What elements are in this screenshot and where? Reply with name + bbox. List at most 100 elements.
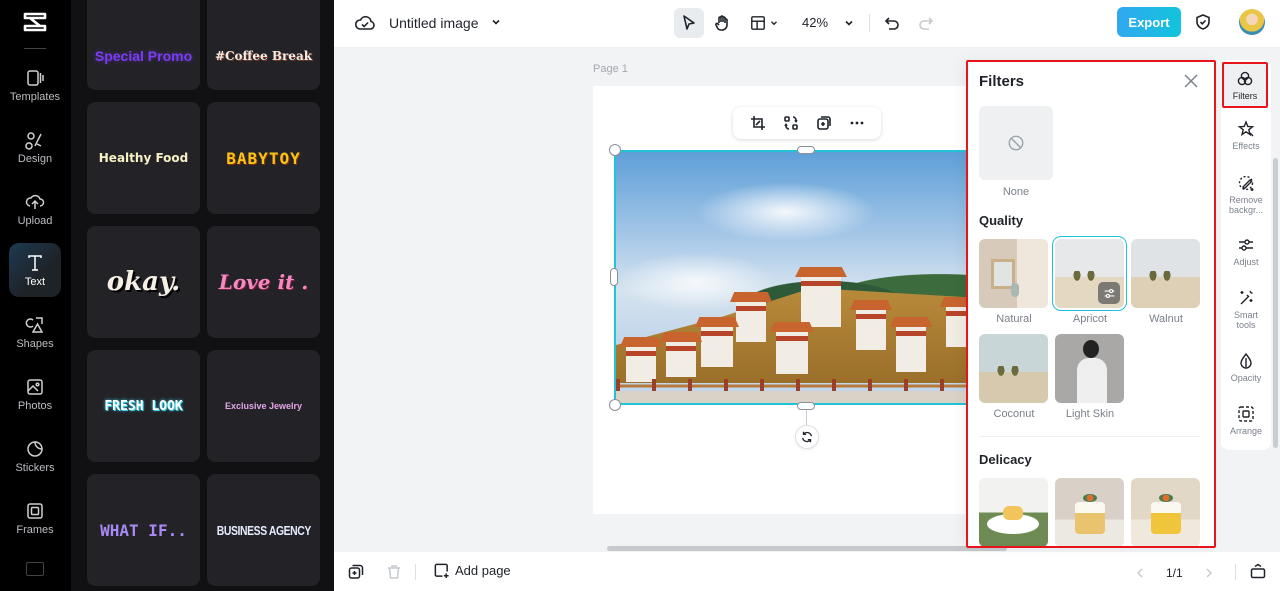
rail-item-photos[interactable]: Photos	[9, 367, 61, 421]
add-page-button[interactable]: Add page	[433, 562, 511, 579]
user-avatar[interactable]	[1239, 9, 1265, 35]
text-template-preview: #Coffee Break	[214, 49, 313, 63]
expand-pages-button[interactable]	[1250, 563, 1266, 579]
text-template-tile[interactable]: Healthy Food	[87, 102, 200, 214]
image-wall	[616, 391, 972, 403]
text-template-tile[interactable]: Exclusive Jewelry	[207, 350, 320, 462]
rail-more-icon[interactable]	[26, 562, 44, 576]
text-template-tile[interactable]: WHAT IF..	[87, 474, 200, 586]
filter-none-option[interactable]	[979, 106, 1053, 180]
filter-thumb-apricot[interactable]	[1052, 236, 1127, 311]
section-title-delicacy: Delicacy	[979, 452, 1032, 467]
rail-item-upload[interactable]: Upload	[9, 182, 61, 236]
prop-opacity-button[interactable]: Opacity	[1223, 352, 1269, 383]
resize-handle-bottom-left[interactable]	[609, 399, 621, 411]
prop-remove-background-button[interactable]: Remove backgr...	[1223, 174, 1269, 215]
pointer-icon	[683, 15, 695, 30]
delete-page-button[interactable]	[386, 564, 402, 580]
filters-icon	[1237, 71, 1253, 85]
prop-smart-tools-button[interactable]: Smart tools	[1223, 289, 1269, 330]
undo-button[interactable]	[877, 8, 907, 38]
rail-item-design[interactable]: Design	[9, 120, 61, 174]
filter-thumb-natural[interactable]	[979, 239, 1048, 308]
duplicate-page-icon	[348, 564, 364, 579]
replace-button[interactable]	[779, 111, 803, 135]
resize-handle-top-left[interactable]	[609, 144, 621, 156]
chevron-down-icon	[770, 21, 777, 26]
text-template-tile[interactable]: Special Promo	[87, 0, 200, 90]
rail-item-templates[interactable]: Templates	[9, 58, 61, 112]
text-template-tile[interactable]: okay.	[87, 226, 200, 338]
layout-dropdown-button[interactable]	[742, 8, 786, 38]
rail-item-stickers[interactable]: Stickers	[9, 429, 61, 483]
redo-button[interactable]	[911, 8, 941, 38]
zoom-chevron-down-icon[interactable]	[843, 17, 855, 29]
text-template-preview: Exclusive Jewelry	[224, 401, 303, 411]
undo-icon	[884, 17, 899, 30]
text-templates-panel: Special Promo #Coffee Break Healthy Food…	[71, 0, 334, 591]
resize-handle-bottom[interactable]	[797, 402, 815, 410]
adjust-filter-button[interactable]	[1098, 282, 1120, 304]
prop-adjust-button[interactable]: Adjust	[1223, 236, 1269, 267]
text-template-tile[interactable]: BUSINESS AGENCY	[207, 474, 320, 586]
rail-divider	[24, 48, 46, 49]
arrange-icon	[1238, 406, 1254, 422]
text-template-tile[interactable]: FRESH LOOK	[87, 350, 200, 462]
cloud-saved-icon[interactable]	[354, 13, 376, 33]
duplicate-page-button[interactable]	[348, 564, 364, 580]
text-template-tile[interactable]: Love it .	[207, 226, 320, 338]
vertical-scrollbar[interactable]	[1273, 158, 1278, 448]
prop-effects-button[interactable]: Effects	[1223, 120, 1269, 151]
rail-item-text[interactable]: Text	[9, 243, 61, 297]
document-title[interactable]: Untitled image	[389, 15, 479, 31]
capcut-logo-icon[interactable]	[22, 9, 48, 35]
rotate-handle[interactable]	[795, 425, 819, 449]
more-options-button[interactable]	[845, 111, 869, 135]
toolbar-divider	[869, 14, 870, 32]
previous-page-icon[interactable]	[1134, 567, 1146, 579]
upload-cloud-icon	[25, 194, 45, 209]
hand-tool-button[interactable]	[707, 8, 737, 38]
resize-handle-left[interactable]	[610, 268, 618, 286]
close-icon[interactable]	[1183, 73, 1199, 89]
filter-thumb-delicacy-3[interactable]	[1131, 478, 1200, 546]
thumb-cake	[1151, 502, 1181, 534]
text-template-tile[interactable]: #Coffee Break	[207, 0, 320, 90]
filter-thumb-light-skin[interactable]	[1055, 334, 1124, 403]
rail-item-frames[interactable]: Frames	[9, 491, 61, 545]
sliders-icon	[1104, 288, 1114, 298]
shield-check-icon[interactable]	[1194, 13, 1212, 31]
prop-filters-button[interactable]: Filters	[1222, 62, 1268, 108]
text-icon	[28, 254, 42, 271]
image-stupa	[776, 332, 808, 374]
text-template-tile[interactable]: BABYTOY	[207, 102, 320, 214]
prop-arrange-button[interactable]: Arrange	[1223, 405, 1269, 436]
design-icon	[25, 131, 42, 150]
zoom-level[interactable]: 42%	[802, 15, 828, 30]
filter-thumb-walnut[interactable]	[1131, 239, 1200, 308]
magic-wand-icon	[1240, 290, 1253, 305]
thumb-vase	[1011, 283, 1019, 297]
rail-item-label: Upload	[17, 214, 53, 227]
filter-thumb-delicacy-1[interactable]	[979, 478, 1048, 546]
duplicate-button[interactable]	[812, 111, 836, 135]
resize-handle-top[interactable]	[797, 146, 815, 154]
filter-thumb-coconut[interactable]	[979, 334, 1048, 403]
filters-title: Filters	[979, 73, 1025, 90]
chevron-down-icon[interactable]	[490, 16, 502, 28]
crop-button[interactable]	[746, 111, 770, 135]
rotate-connector	[806, 410, 807, 426]
export-button[interactable]: Export	[1117, 7, 1181, 37]
horizontal-scrollbar[interactable]	[607, 546, 1007, 551]
add-page-icon	[434, 563, 449, 579]
left-nav-rail: Templates Design Upload Text Shapes Phot…	[0, 0, 71, 591]
next-page-icon[interactable]	[1203, 567, 1215, 579]
filter-thumb-delicacy-2[interactable]	[1055, 478, 1124, 546]
select-tool-button[interactable]	[674, 8, 704, 38]
prop-label: Opacity	[1230, 373, 1262, 383]
top-bar: Untitled image 42% Export	[334, 0, 1280, 48]
rail-item-shapes[interactable]: Shapes	[9, 305, 61, 359]
image-stupa	[666, 342, 696, 377]
selected-image-element[interactable]	[614, 150, 974, 405]
image-stupa	[626, 347, 656, 382]
